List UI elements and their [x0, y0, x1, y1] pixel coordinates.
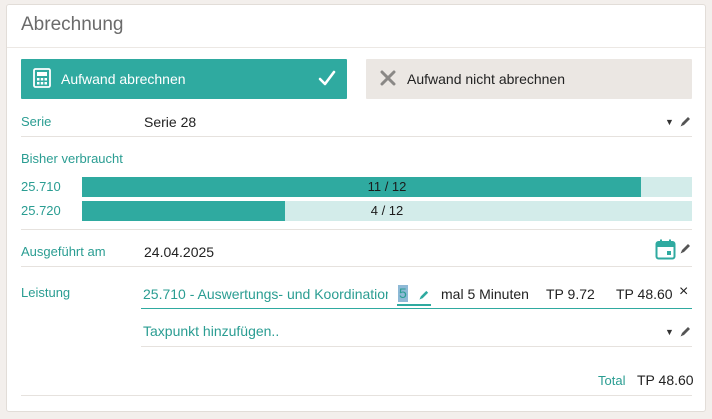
- service-label: Leistung: [21, 285, 71, 300]
- calculator-icon: [33, 67, 51, 91]
- divider: [21, 136, 692, 137]
- series-label: Serie: [21, 114, 52, 129]
- service-unit-tp: TP 9.72: [546, 286, 595, 302]
- total-value: TP 48.60: [637, 372, 694, 388]
- consumed-label: Bisher verbraucht: [21, 151, 123, 166]
- pencil-icon[interactable]: [418, 288, 430, 306]
- pencil-icon[interactable]: [679, 115, 692, 133]
- quantity-input[interactable]: 5: [397, 282, 431, 306]
- divider: [141, 346, 692, 347]
- charge-effort-button[interactable]: Aufwand abrechnen: [21, 59, 347, 99]
- charge-effort-label: Aufwand abrechnen: [61, 71, 186, 87]
- remove-service-button[interactable]: ×: [679, 283, 688, 301]
- quantity-value[interactable]: 5: [398, 285, 408, 302]
- x-icon: [379, 69, 397, 90]
- no-charge-label: Aufwand nicht abrechnen: [407, 71, 565, 87]
- service-item-text[interactable]: 25.710 - Auswertungs- und Koordinationsa…: [143, 286, 388, 302]
- consumed-code: 25.720: [21, 203, 61, 218]
- divider: [21, 395, 692, 396]
- divider: [21, 229, 692, 230]
- service-total-tp: TP 48.60: [616, 286, 673, 302]
- caret-down-icon[interactable]: ▼: [665, 327, 674, 337]
- total-label: Total: [598, 373, 626, 388]
- pencil-icon[interactable]: [679, 242, 692, 260]
- divider: [21, 266, 692, 267]
- consumption-bar: 4 / 12: [82, 201, 692, 221]
- executed-label: Ausgeführt am: [21, 244, 106, 259]
- no-charge-button[interactable]: Aufwand nicht abrechnen: [366, 59, 692, 99]
- service-entry: 25.710 - Auswertungs- und Koordinationsa…: [141, 280, 692, 309]
- checkmark-icon: [317, 67, 337, 92]
- billing-panel: Abrechnung Aufwand abrechnen Aufwand nic…: [6, 4, 706, 412]
- add-taxpoint-select[interactable]: Taxpunkt hinzufügen..: [143, 323, 279, 339]
- series-select[interactable]: Serie 28: [144, 114, 196, 130]
- title-divider: [7, 47, 705, 48]
- panel-title: Abrechnung: [21, 14, 124, 35]
- consumption-bar-text: 11 / 12: [367, 179, 407, 194]
- caret-down-icon[interactable]: ▼: [665, 117, 674, 127]
- pencil-icon[interactable]: [679, 325, 692, 343]
- executed-date-input[interactable]: 24.04.2025: [144, 244, 214, 260]
- service-duration-text: mal 5 Minuten: [441, 286, 529, 302]
- consumed-code: 25.710: [21, 179, 61, 194]
- consumption-bar-text: 4 / 12: [370, 203, 404, 218]
- consumption-bar: 11 / 12: [82, 177, 692, 197]
- calendar-icon[interactable]: [655, 239, 676, 265]
